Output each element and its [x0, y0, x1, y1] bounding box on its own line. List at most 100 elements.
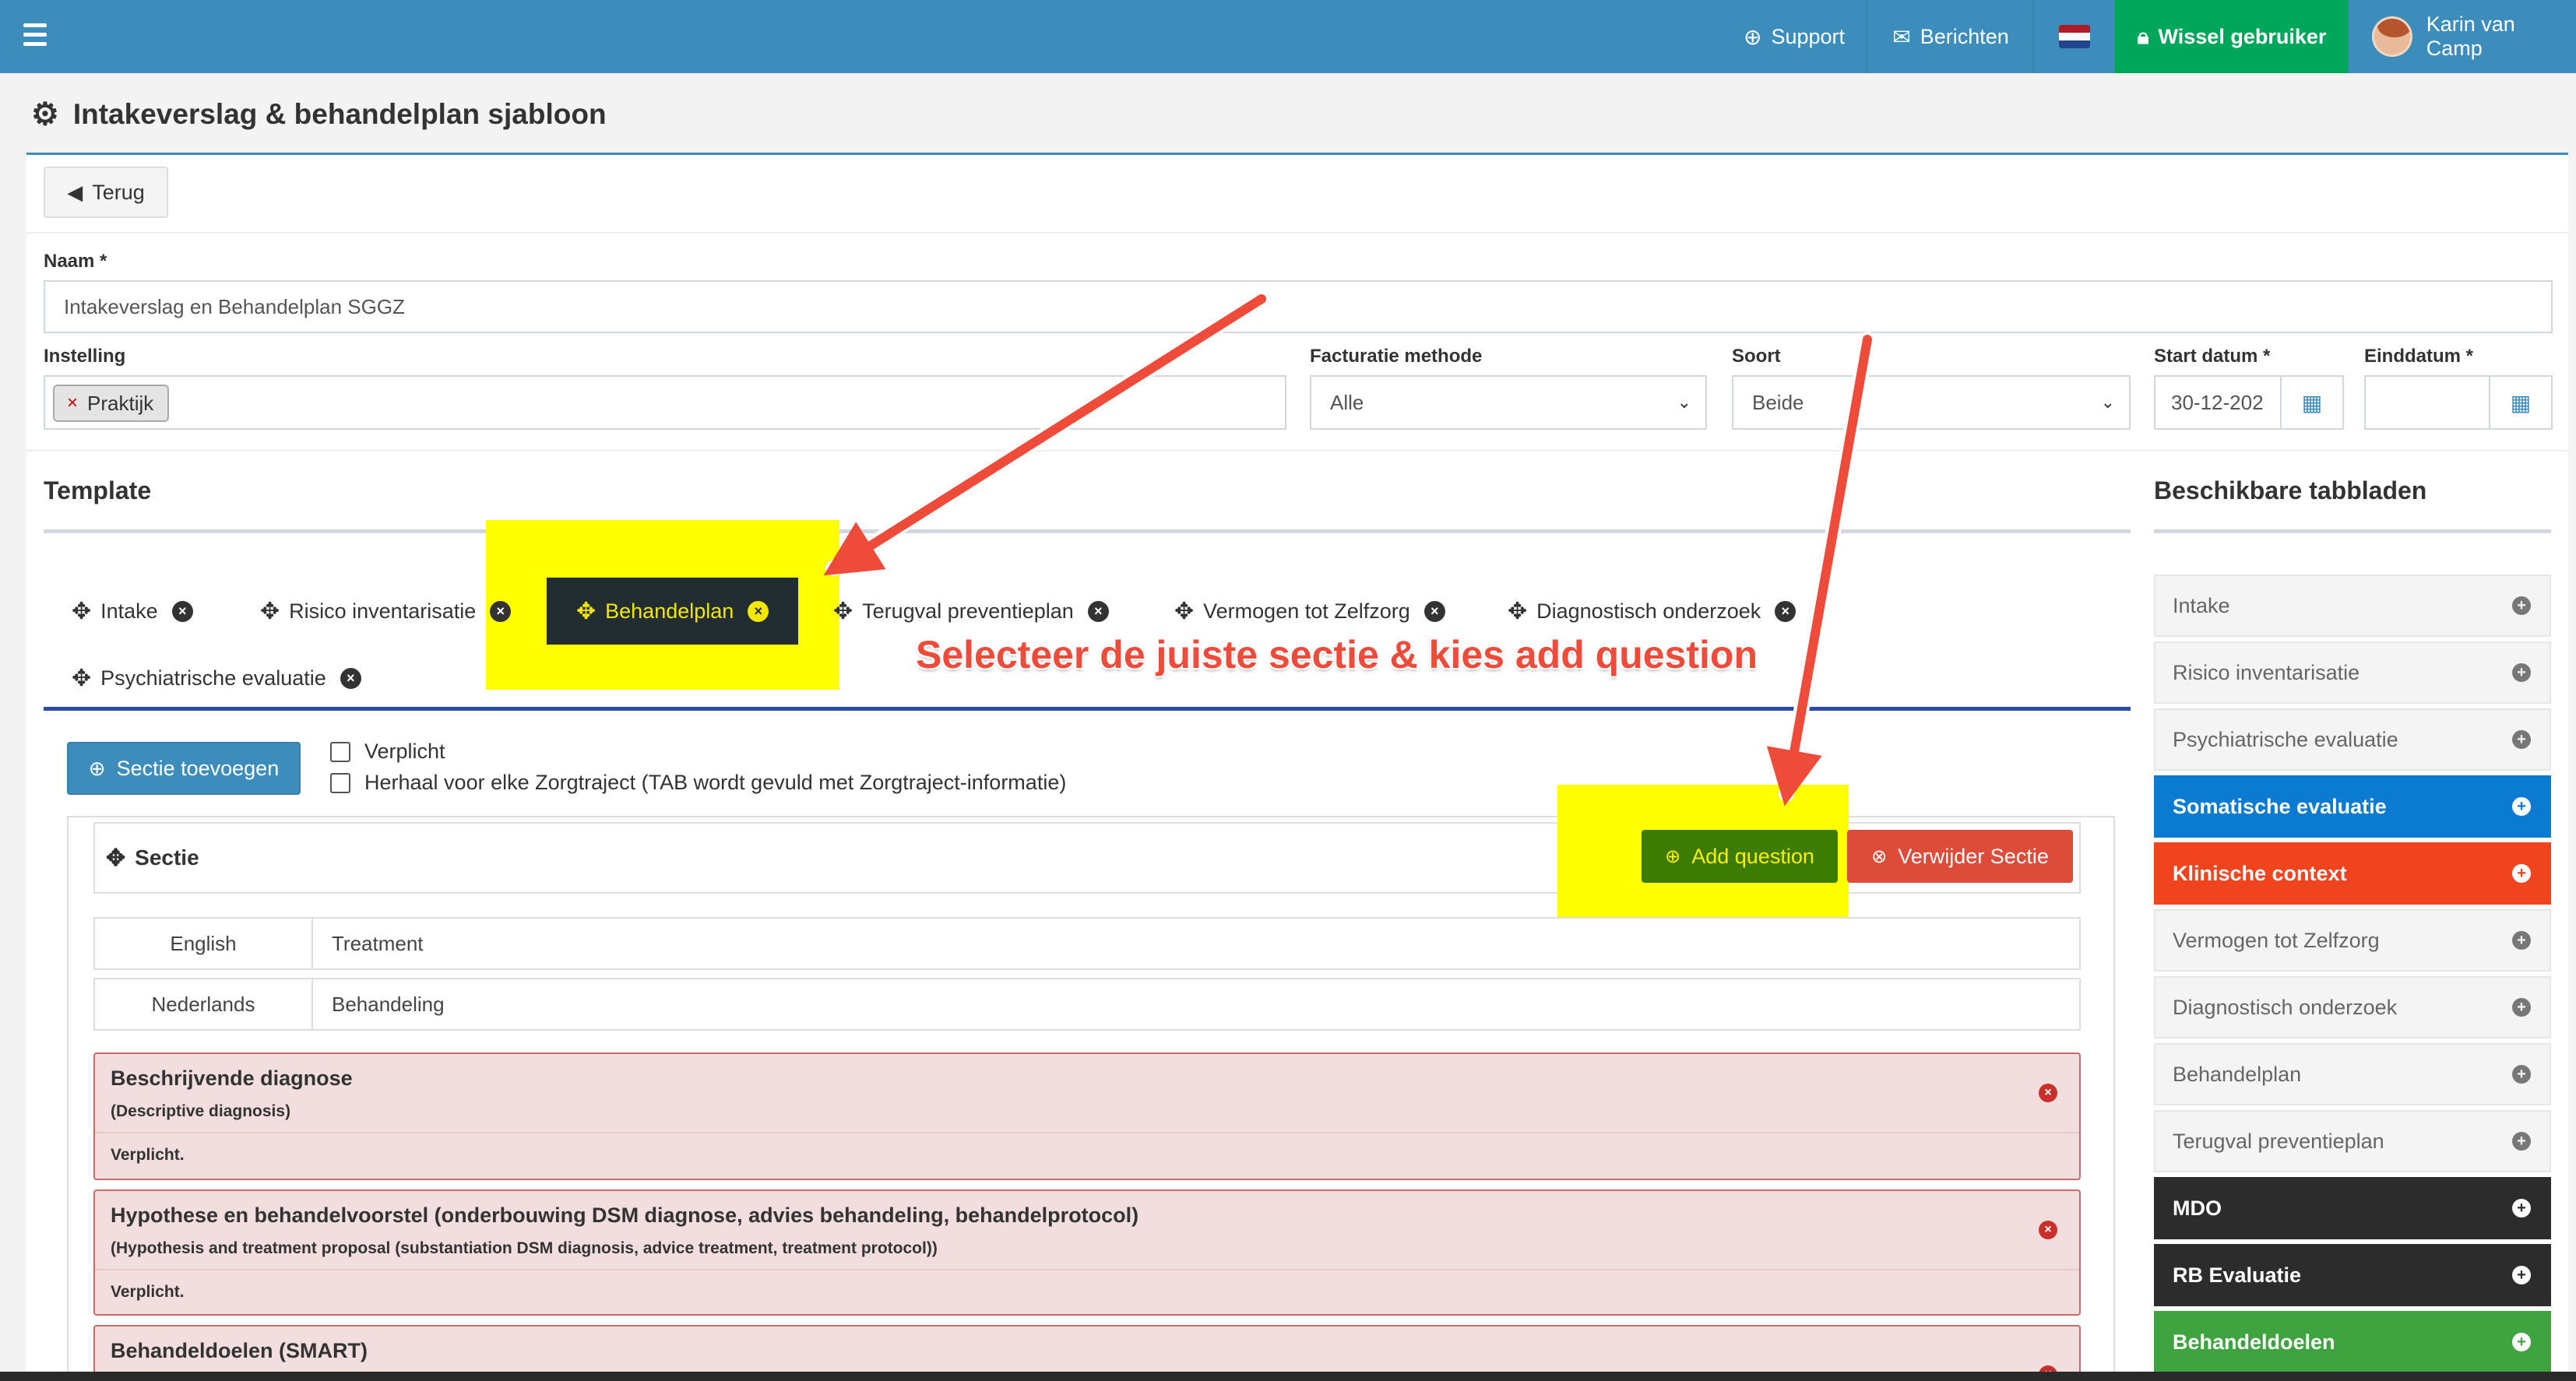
plus-circle-icon[interactable]: + — [2512, 1266, 2531, 1284]
template-title: Template — [44, 476, 152, 504]
start-datum-value: 30-12-202 — [2171, 390, 2264, 414]
plus-circle-icon[interactable]: + — [2512, 864, 2531, 883]
naam-value: Intakeverslag en Behandelplan SGGZ — [64, 294, 405, 318]
close-icon[interactable]: × — [748, 600, 769, 622]
move-icon[interactable]: ✥ — [260, 598, 280, 625]
plus-circle-icon[interactable]: + — [2512, 596, 2531, 615]
tab-risico-inventarisatie[interactable]: ✥ Risico inventarisatie × — [260, 578, 512, 645]
tab-label: Psychiatrische evaluatie — [100, 666, 326, 690]
language-value-input[interactable]: Treatment — [313, 919, 424, 968]
envelope-icon: ✉ — [1892, 24, 1911, 49]
language-flag-button[interactable] — [2034, 0, 2115, 73]
available-tab-klinische-context[interactable]: Klinische context + — [2154, 842, 2551, 905]
question-item[interactable]: Beschrijvende diagnose (Descriptive diag… — [93, 1052, 2081, 1180]
plus-circle-icon[interactable]: + — [2512, 663, 2531, 682]
add-question-button[interactable]: ⊕ Add question — [1642, 830, 1838, 883]
remove-tag-icon[interactable]: × — [67, 392, 78, 414]
checkbox-box[interactable] — [330, 741, 350, 762]
tab-label: Intake — [100, 599, 158, 623]
sectie-toevoegen-button[interactable]: ⊕ Sectie toevoegen — [67, 742, 301, 795]
sectie-title: Sectie — [135, 845, 199, 870]
move-icon[interactable]: ✥ — [106, 845, 125, 872]
back-label: Terug — [92, 180, 145, 204]
einddatum-input[interactable]: ▦ — [2364, 375, 2553, 430]
available-tab-label: Klinische context — [2173, 861, 2347, 885]
user-menu[interactable]: Karin van Camp — [2349, 0, 2576, 73]
instelling-label: Instelling — [44, 346, 126, 367]
available-tab-risico-inventarisatie[interactable]: Risico inventarisatie + — [2154, 641, 2551, 704]
question-item[interactable]: Hypothese en behandelvoorstel (onderbouw… — [93, 1189, 2081, 1316]
move-icon[interactable]: ✥ — [1508, 598, 1527, 625]
available-tab-somatische-evaluatie[interactable]: Somatische evaluatie + — [2154, 775, 2551, 838]
plus-circle-icon[interactable]: + — [2512, 797, 2531, 816]
wissel-gebruiker-button[interactable]: 🔒︎ Wissel gebruiker — [2115, 0, 2349, 73]
close-icon[interactable]: × — [1423, 600, 1445, 622]
close-icon[interactable]: × — [490, 600, 512, 622]
move-icon[interactable]: ✥ — [72, 598, 91, 625]
berichten-link[interactable]: ✉ Berichten — [1867, 0, 2034, 73]
available-tab-rb-evaluatie[interactable]: RB Evaluatie + — [2154, 1244, 2551, 1306]
template-underline — [44, 529, 2131, 533]
plus-circle-icon[interactable]: + — [2512, 730, 2531, 749]
available-tab-behandelplan[interactable]: Behandelplan + — [2154, 1043, 2551, 1105]
available-tab-psychiatrische-evaluatie[interactable]: Psychiatrische evaluatie + — [2154, 708, 2551, 771]
move-icon[interactable]: ✥ — [576, 598, 596, 625]
verplicht-label: Verplicht — [364, 740, 445, 763]
verplicht-checkbox[interactable]: Verplicht — [330, 740, 445, 764]
available-tab-intake[interactable]: Intake + — [2154, 575, 2551, 637]
herhaal-checkbox[interactable]: Herhaal voor elke Zorgtraject (TAB wordt… — [330, 771, 1066, 795]
remove-question-icon[interactable]: × — [2039, 1084, 2057, 1102]
start-datum-input[interactable]: 30-12-202 ▦ — [2154, 375, 2344, 430]
move-icon[interactable]: ✥ — [72, 665, 91, 692]
top-navbar: ⊕ Support ✉ Berichten 🔒︎ Wissel gebruike… — [0, 0, 2576, 73]
available-tab-behandeldoelen[interactable]: Behandeldoelen + — [2154, 1311, 2551, 1373]
tab-behandelplan[interactable]: ✥ Behandelplan × — [547, 578, 799, 645]
plus-circle-icon[interactable]: + — [2512, 931, 2531, 950]
page-title: ⚙ Intakeverslag & behandelplan sjabloon — [31, 97, 607, 132]
remove-question-icon[interactable]: × — [2039, 1221, 2057, 1239]
calendar-icon[interactable]: ▦ — [2280, 377, 2342, 428]
plus-circle-icon: ⊕ — [1665, 845, 1681, 867]
available-tab-mdo[interactable]: MDO + — [2154, 1177, 2551, 1239]
plus-circle-icon[interactable]: + — [2512, 1065, 2531, 1084]
tabs-bottom-border — [44, 707, 2131, 711]
plus-circle-icon[interactable]: + — [2512, 1132, 2531, 1151]
checkbox-box[interactable] — [330, 772, 350, 793]
close-icon[interactable]: × — [340, 667, 361, 689]
facturatie-select[interactable]: Alle ⌄ — [1310, 375, 1707, 430]
available-tab-terugval-preventieplan[interactable]: Terugval preventieplan + — [2154, 1110, 2551, 1172]
language-value-input[interactable]: Behandeling — [313, 979, 445, 1029]
available-tab-diagnostisch-onderzoek[interactable]: Diagnostisch onderzoek + — [2154, 976, 2551, 1038]
divider — [26, 450, 2568, 452]
calendar-icon[interactable]: ▦ — [2489, 377, 2551, 428]
close-icon[interactable]: × — [1775, 600, 1797, 622]
close-icon[interactable]: × — [171, 600, 193, 622]
question-required: Verplicht. — [111, 1146, 185, 1164]
hamburger-menu-icon[interactable] — [23, 23, 47, 50]
available-tab-vermogen-tot-zelfzorg[interactable]: Vermogen tot Zelfzorg + — [2154, 909, 2551, 972]
plus-circle-icon: ⊕ — [88, 756, 106, 780]
available-tab-label: Behandeldoelen — [2173, 1330, 2335, 1354]
instelling-select[interactable]: × Praktijk — [44, 375, 1286, 430]
naam-label: Naam * — [44, 251, 107, 272]
back-button[interactable]: ◀ Terug — [44, 167, 168, 218]
annotation-text: Selecteer de juiste sectie & kies add qu… — [916, 633, 1758, 676]
plus-circle-icon[interactable]: + — [2512, 998, 2531, 1017]
available-underline — [2154, 529, 2551, 533]
tab-psychiatrische-evaluatie[interactable]: ✥ Psychiatrische evaluatie × — [72, 645, 361, 712]
naam-input[interactable]: Intakeverslag en Behandelplan SGGZ — [44, 280, 2553, 333]
instelling-tag: × Praktijk — [53, 385, 170, 422]
tab-intake[interactable]: ✥ Intake × — [72, 578, 193, 645]
move-icon[interactable]: ✥ — [1174, 598, 1194, 625]
close-icon[interactable]: × — [1087, 600, 1109, 622]
soort-select[interactable]: Beide ⌄ — [1732, 375, 2131, 430]
einddatum-label: Einddatum * — [2364, 346, 2474, 367]
berichten-label: Berichten — [1920, 24, 2009, 48]
user-name: Karin van Camp — [2426, 12, 2515, 60]
move-icon[interactable]: ✥ — [833, 598, 853, 625]
plus-circle-icon[interactable]: + — [2512, 1333, 2531, 1351]
support-link[interactable]: ⊕ Support — [1721, 0, 1867, 73]
plus-circle-icon[interactable]: + — [2512, 1199, 2531, 1218]
verwijder-sectie-button[interactable]: ⊗ Verwijder Sectie — [1847, 830, 2073, 883]
available-tab-label: Terugval preventieplan — [2173, 1129, 2384, 1153]
